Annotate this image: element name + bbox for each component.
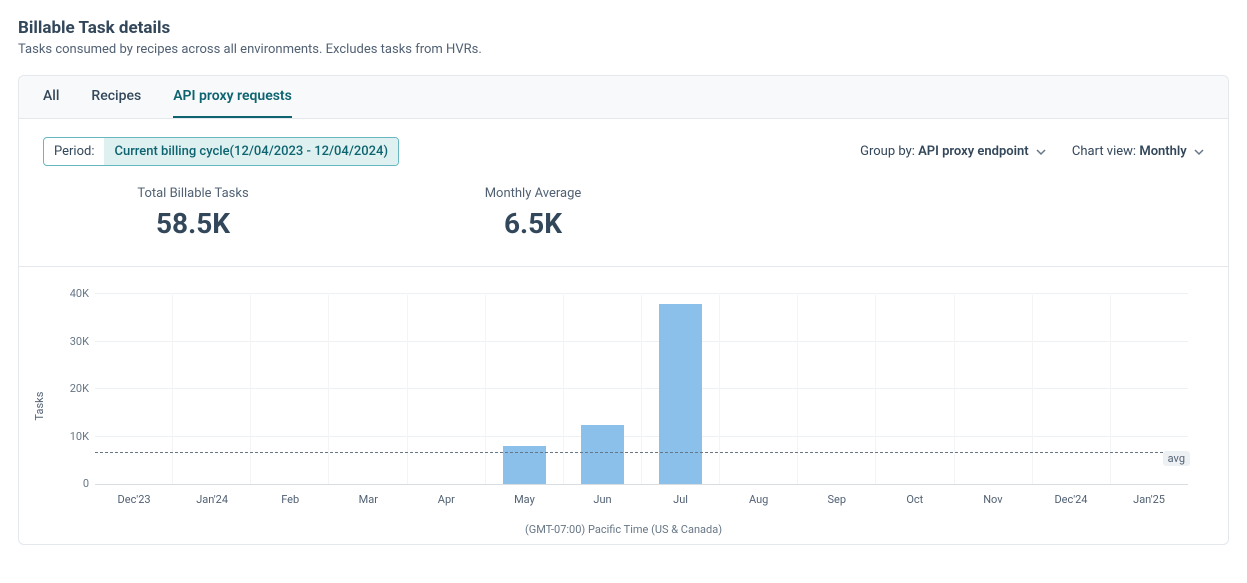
chart-slot <box>172 295 250 484</box>
chart-slot <box>563 295 641 484</box>
chart-plot: 010K20K30K40Kavg <box>95 295 1188 485</box>
chart-average-badge: avg <box>1163 451 1190 466</box>
chart-x-tick: Mar <box>329 493 407 506</box>
chart-x-tick: Aug <box>720 493 798 506</box>
chart-average-line: avg <box>95 452 1188 453</box>
tabs-bar: All Recipes API proxy requests <box>19 76 1228 119</box>
group-by-dropdown[interactable]: Group by: API proxy endpoint <box>860 144 1046 159</box>
chart-slot <box>875 295 953 484</box>
chart-x-tick: Jan'25 <box>1110 493 1188 506</box>
chart-area: 010K20K30K40Kavg Dec'23Jan'24FebMarAprMa… <box>95 295 1188 515</box>
chart-y-tick: 0 <box>55 477 89 490</box>
chart-slot <box>797 295 875 484</box>
page-subtitle: Tasks consumed by recipes across all env… <box>18 42 1229 57</box>
chart-timezone: (GMT-07:00) Pacific Time (US & Canada) <box>43 523 1204 536</box>
chart-x-tick: Nov <box>954 493 1032 506</box>
page-title: Billable Task details <box>18 18 1229 38</box>
chevron-down-icon <box>1194 147 1204 157</box>
chart-y-tick: 40K <box>55 287 89 300</box>
chevron-down-icon <box>1036 147 1046 157</box>
period-label: Period: <box>44 138 104 165</box>
chart-x-tick: Apr <box>407 493 485 506</box>
chart-slot <box>1032 295 1110 484</box>
chart-x-tick: Dec'24 <box>1032 493 1110 506</box>
filter-row: Period: Current billing cycle(12/04/2023… <box>19 119 1228 166</box>
chart-slot <box>485 295 563 484</box>
period-filter: Period: Current billing cycle(12/04/2023… <box>43 137 399 166</box>
stat-total-label: Total Billable Tasks <box>43 186 343 201</box>
chart-container: Tasks 010K20K30K40Kavg Dec'23Jan'24FebMa… <box>19 267 1228 544</box>
period-value[interactable]: Current billing cycle(12/04/2023 - 12/04… <box>104 138 398 165</box>
chart-bar[interactable] <box>581 425 624 484</box>
chart-x-tick: Jun <box>563 493 641 506</box>
chart-y-tick: 30K <box>55 335 89 348</box>
stat-avg-value: 6.5K <box>383 207 683 240</box>
chart-x-tick: Oct <box>876 493 954 506</box>
chart-y-tick: 10K <box>55 430 89 443</box>
chart-slot <box>719 295 797 484</box>
chart-view-dropdown[interactable]: Chart view: Monthly <box>1072 144 1204 159</box>
group-by-label: Group by: <box>860 144 915 159</box>
tab-recipes[interactable]: Recipes <box>91 76 141 118</box>
chart-slot <box>641 295 719 484</box>
right-controls: Group by: API proxy endpoint Chart view:… <box>860 144 1204 159</box>
stats-row: Total Billable Tasks 58.5K Monthly Avera… <box>19 166 1228 267</box>
stat-monthly-average: Monthly Average 6.5K <box>383 186 683 240</box>
chart-x-tick: May <box>485 493 563 506</box>
chart-x-tick: Dec'23 <box>95 493 173 506</box>
group-by-value: API proxy endpoint <box>918 144 1029 159</box>
chart-y-axis-label: Tasks <box>33 391 46 420</box>
chart-slot <box>250 295 328 484</box>
chart-bar[interactable] <box>659 304 702 485</box>
chart-x-tick: Feb <box>251 493 329 506</box>
chart-slot <box>328 295 406 484</box>
tab-api-proxy-requests[interactable]: API proxy requests <box>173 76 292 118</box>
chart-x-labels: Dec'23Jan'24FebMarAprMayJunJulAugSepOctN… <box>95 493 1188 506</box>
chart-slot <box>954 295 1032 484</box>
chart-x-tick: Jan'24 <box>173 493 251 506</box>
chart-slot <box>407 295 485 484</box>
chart-x-tick: Jul <box>642 493 720 506</box>
chart-y-tick: 20K <box>55 382 89 395</box>
billable-card: All Recipes API proxy requests Period: C… <box>18 75 1229 545</box>
stat-avg-label: Monthly Average <box>383 186 683 201</box>
chart-view-label: Chart view: <box>1072 144 1136 159</box>
stat-total-value: 58.5K <box>43 207 343 240</box>
chart-x-tick: Sep <box>798 493 876 506</box>
chart-view-value: Monthly <box>1139 144 1186 159</box>
stat-total-billable-tasks: Total Billable Tasks 58.5K <box>43 186 343 240</box>
chart-slot <box>95 295 172 484</box>
tab-all[interactable]: All <box>43 76 59 118</box>
